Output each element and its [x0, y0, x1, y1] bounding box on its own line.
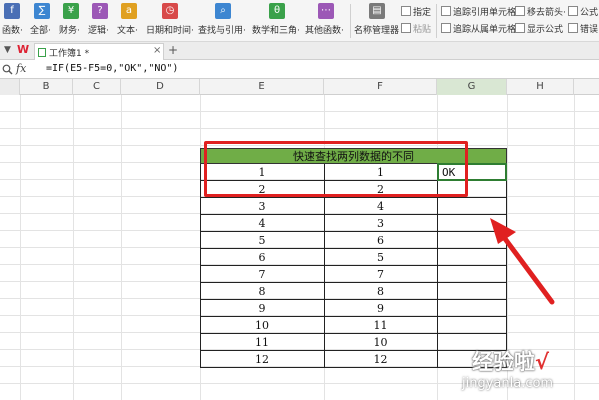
all-functions-button[interactable]: ∑ 全部·: [30, 0, 56, 40]
zoom-icon[interactable]: [2, 64, 13, 75]
column-f-cell[interactable]: 7: [324, 266, 437, 283]
other-functions-button[interactable]: ⋯ 其他函数·: [305, 0, 347, 40]
text-button[interactable]: a 文本·: [117, 0, 143, 40]
finance-icon: ¥: [63, 3, 79, 19]
math-icon: θ: [269, 3, 285, 19]
insert-function-button[interactable]: f 函数·: [2, 0, 26, 40]
close-tab-icon[interactable]: ×: [153, 45, 161, 56]
column-e-cell[interactable]: 8: [200, 283, 324, 300]
column-f-cell[interactable]: 3: [324, 215, 437, 232]
select-all-corner[interactable]: [0, 79, 20, 95]
logic-icon: ?: [92, 3, 108, 19]
all-functions-icon: ∑: [34, 3, 50, 19]
ribbon-divider: [350, 4, 351, 38]
finance-button[interactable]: ¥ 财务·: [59, 0, 85, 40]
column-header-g[interactable]: G: [437, 79, 507, 95]
name-manager-button[interactable]: ▤ 名称管理器: [354, 0, 400, 40]
math-button[interactable]: θ 数学和三角·: [252, 0, 302, 40]
paste-button[interactable]: 粘贴: [401, 22, 431, 35]
column-e-cell[interactable]: 4: [200, 215, 324, 232]
column-header-h[interactable]: H: [507, 79, 574, 95]
paste-icon: [401, 23, 411, 33]
lookup-icon: ⌕: [215, 3, 231, 19]
add-tab-button[interactable]: +: [168, 43, 178, 57]
text-icon: a: [121, 3, 137, 19]
column-f-cell[interactable]: 9: [324, 300, 437, 317]
column-e-cell[interactable]: 5: [200, 232, 324, 249]
specify-icon: [401, 6, 411, 16]
lookup-button[interactable]: ⌕ 查找与引用·: [198, 0, 248, 40]
arrow-annotation-icon: [490, 218, 555, 305]
column-f-cell[interactable]: 11: [324, 317, 437, 334]
workbook-tab-bar: ▼ W 工作簿1 * × +: [0, 42, 599, 60]
column-e-cell[interactable]: 12: [200, 351, 324, 368]
formula-button[interactable]: 公式: [568, 5, 598, 18]
formula-ribbon: f 函数· ∑ 全部· ¥ 财务· ? 逻辑· a 文本· ◷ 日期和时间· ⌕…: [0, 0, 599, 42]
trace-dependents-icon: [441, 23, 451, 33]
column-e-cell[interactable]: 6: [200, 249, 324, 266]
sheet-icon: [38, 48, 46, 57]
trace-precedents-button[interactable]: 追踪引用单元格: [441, 5, 516, 18]
column-f-cell[interactable]: 5: [324, 249, 437, 266]
grid-row-line: [0, 111, 599, 112]
datetime-button[interactable]: ◷ 日期和时间·: [146, 0, 194, 40]
column-f-cell[interactable]: 8: [324, 283, 437, 300]
table-row-border: [200, 367, 507, 368]
function-icon: f: [4, 3, 20, 19]
wps-logo-icon: W: [17, 43, 30, 56]
column-header-f[interactable]: F: [324, 79, 437, 95]
table-column-border: [200, 164, 201, 368]
show-formulas-button[interactable]: 显示公式: [515, 22, 563, 35]
highlight-box: [204, 141, 468, 197]
error-check-icon: [568, 23, 578, 33]
column-header-d[interactable]: D: [121, 79, 200, 95]
other-functions-icon: ⋯: [318, 3, 334, 19]
column-header-e[interactable]: E: [200, 79, 324, 95]
column-f-cell[interactable]: 10: [324, 334, 437, 351]
column-e-cell[interactable]: 9: [200, 300, 324, 317]
error-check-button[interactable]: 错误: [568, 22, 598, 35]
spreadsheet-window: f 函数· ∑ 全部· ¥ 财务· ? 逻辑· a 文本· ◷ 日期和时间· ⌕…: [0, 0, 599, 400]
column-f-cell[interactable]: 12: [324, 351, 437, 368]
column-e-cell[interactable]: 10: [200, 317, 324, 334]
trace-dependents-button[interactable]: 追踪从属单元格: [441, 22, 516, 35]
watermark-url: jingyanla.com: [462, 376, 554, 391]
tab-workbook1[interactable]: 工作簿1 * ×: [34, 43, 164, 60]
trace-precedents-icon: [441, 6, 451, 16]
remove-arrows-button[interactable]: 移去箭头·: [515, 5, 566, 18]
watermark-check-icon: √: [535, 350, 550, 374]
column-f-cell[interactable]: 4: [324, 198, 437, 215]
show-formulas-icon: [515, 23, 525, 33]
formula-bar: fx =IF(E5-F5=0,"OK","NO"): [0, 60, 599, 79]
column-e-cell[interactable]: 3: [200, 198, 324, 215]
column-header-c[interactable]: C: [73, 79, 121, 95]
formula-input[interactable]: =IF(E5-F5=0,"OK","NO"): [46, 63, 178, 74]
ribbon-divider: [436, 4, 437, 38]
column-f-cell[interactable]: 6: [324, 232, 437, 249]
fx-label[interactable]: fx: [16, 62, 26, 75]
logic-button[interactable]: ? 逻辑·: [88, 0, 114, 40]
grid-row-line: [0, 128, 599, 129]
formula-icon: [568, 6, 578, 16]
column-header: B C D E F G H: [0, 79, 599, 95]
datetime-icon: ◷: [162, 3, 178, 19]
remove-arrows-icon: [515, 6, 525, 16]
column-e-cell[interactable]: 11: [200, 334, 324, 351]
specify-button[interactable]: 指定: [401, 5, 431, 18]
column-header-b[interactable]: B: [20, 79, 73, 95]
name-manager-icon: ▤: [369, 3, 385, 19]
column-e-cell[interactable]: 7: [200, 266, 324, 283]
watermark-text: 经验啦√: [472, 350, 550, 374]
menu-dropdown-icon[interactable]: ▼: [4, 45, 11, 55]
